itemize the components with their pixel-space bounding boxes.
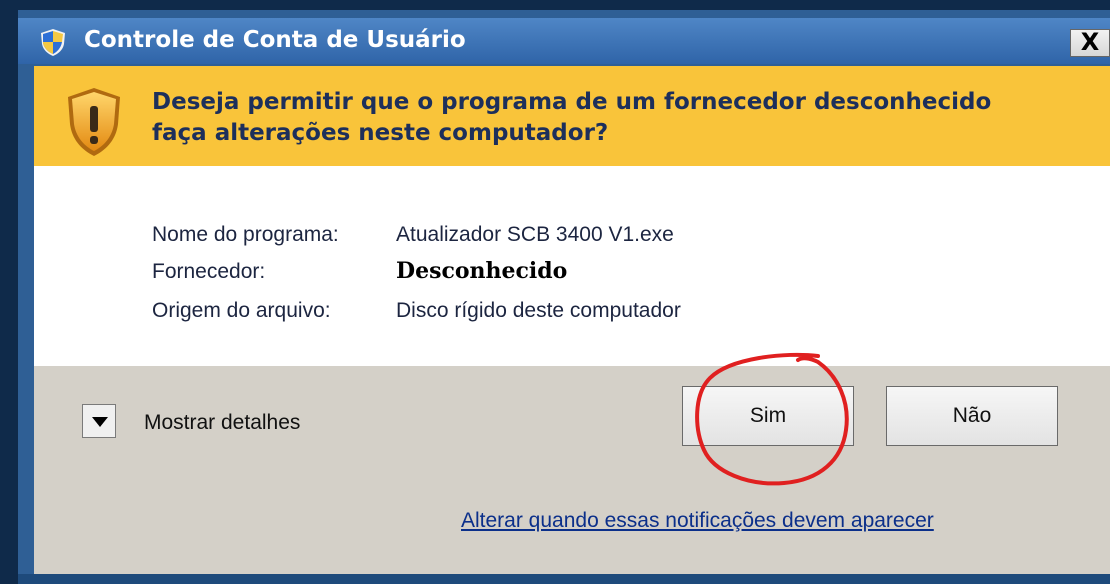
window-bottom-edge: [18, 574, 1110, 584]
chevron-down-icon: [92, 417, 108, 427]
publisher-value: Desconhecido: [396, 258, 568, 284]
file-origin-label: Origem do arquivo:: [152, 299, 331, 322]
window-title: Controle de Conta de Usuário: [84, 27, 466, 53]
change-notifications-link[interactable]: Alterar quando essas notificações devem …: [461, 509, 934, 533]
warning-shield-icon: [68, 88, 120, 156]
uac-question: Deseja permitir que o programa de um for…: [152, 87, 1092, 149]
no-button[interactable]: Não: [886, 386, 1058, 446]
file-origin-value: Disco rígido deste computador: [396, 299, 681, 322]
program-name-value: Atualizador SCB 3400 V1.exe: [396, 223, 674, 246]
yes-button[interactable]: Sim: [682, 386, 854, 446]
show-details-toggle[interactable]: [82, 404, 116, 438]
uac-shield-icon: [41, 29, 65, 56]
show-details-label[interactable]: Mostrar detalhes: [144, 411, 300, 435]
question-line-1: Deseja permitir que o programa de um for…: [152, 89, 992, 115]
publisher-label: Fornecedor:: [152, 260, 266, 283]
question-line-2: faça alterações neste computador?: [152, 120, 609, 146]
close-button[interactable]: X: [1070, 29, 1110, 57]
program-name-label: Nome do programa:: [152, 223, 339, 246]
